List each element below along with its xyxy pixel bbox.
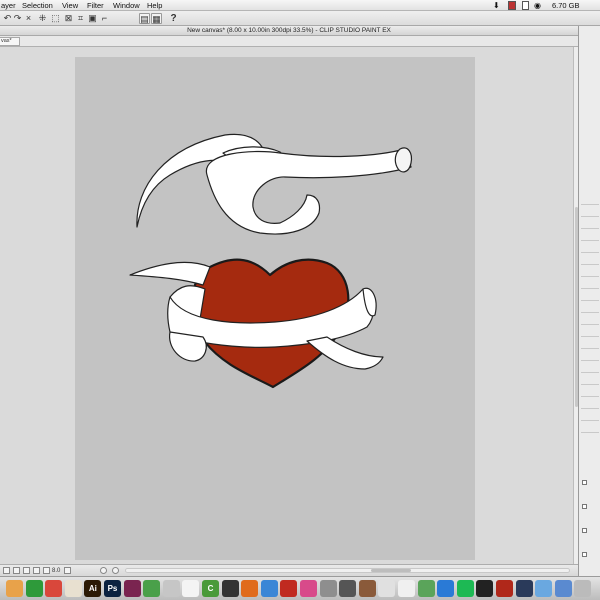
menu-selection[interactable]: Selection [22,1,53,10]
zoom-readout: 8.0 [52,568,61,574]
select-all-icon[interactable]: ⬚ [50,13,61,24]
downloads-icon[interactable] [554,580,572,597]
panel-row[interactable] [581,208,599,217]
menu-window[interactable]: Window [113,1,140,10]
deselect-icon[interactable]: ⊠ [63,13,74,24]
menu-help[interactable]: Help [147,1,162,10]
navigator-icon[interactable] [3,567,10,574]
mail-icon[interactable] [221,580,239,597]
dropbox-icon[interactable]: ⬇ [493,1,501,10]
status-app-icon[interactable] [508,1,516,10]
pdf-icon[interactable] [496,580,513,597]
panel-row[interactable] [581,304,599,313]
transform-icon[interactable]: ⁜ [37,13,48,24]
maps-icon[interactable] [417,580,435,597]
panel-row[interactable] [581,412,599,421]
panel-row[interactable] [581,196,599,205]
ruler-toggle-icon[interactable] [33,567,40,574]
panel-row[interactable] [581,220,599,229]
help-icon[interactable]: ? [168,13,179,24]
window-title: New canvas* (8.00 x 10.00in 300dpi 33.5%… [0,26,578,36]
canvas[interactable] [75,57,475,560]
panel-row[interactable] [581,292,599,301]
menu-bar: ayer Selection View Filter Window Help ⬇… [0,0,600,11]
panel-row[interactable] [581,424,599,433]
preview-icon[interactable] [162,580,180,597]
safari-icon[interactable] [260,580,278,597]
spotify-icon[interactable] [456,580,474,597]
numbers-icon[interactable] [143,580,161,597]
document-tab[interactable]: vas* [0,37,20,46]
rotate-left-icon[interactable] [100,567,107,574]
clip-studio-icon[interactable]: C [202,580,219,597]
utilities-icon[interactable] [339,580,357,597]
textedit-icon[interactable] [398,580,415,597]
clear-icon[interactable]: × [23,13,34,24]
fit-icon[interactable] [13,567,20,574]
snap-icon[interactable]: ▤ [139,13,150,24]
artwork [129,133,413,389]
photos-icon[interactable] [64,580,82,597]
finder-icon[interactable] [6,580,23,597]
panel-row[interactable] [581,256,599,265]
dictionary-icon[interactable] [358,580,376,597]
app-store-icon[interactable] [437,580,455,597]
top-ribbon [136,133,413,235]
acrobat-icon[interactable] [280,580,298,597]
panel-row[interactable] [581,340,599,349]
illustrator-icon[interactable]: Ai [84,580,102,597]
fill-icon[interactable]: ▣ [87,13,98,24]
layer-visibility-checkbox[interactable] [582,504,587,509]
status-box-icon[interactable] [522,1,529,10]
command-bar: ↶ ↷ × ⁜ ⬚ ⊠ ⌗ ▣ ⌐ ▤ ▦ ? [0,11,600,26]
storage-readout: 6.70 GB [552,1,580,10]
system-preferences-icon[interactable] [319,580,337,597]
panel-row[interactable] [581,244,599,253]
redo-icon[interactable]: ↷ [12,13,23,24]
horizontal-scroll-thumb[interactable] [371,569,411,572]
panel-row[interactable] [581,400,599,409]
layer-visibility-checkbox[interactable] [582,528,587,533]
panel-row[interactable] [581,316,599,325]
calendar-icon[interactable] [182,580,200,597]
horizontal-scrollbar[interactable] [125,568,570,573]
terminal-icon[interactable] [476,580,494,597]
panel-row[interactable] [581,268,599,277]
panel-row[interactable] [581,376,599,385]
menu-layer[interactable]: ayer [1,1,16,10]
workspace [0,47,573,564]
panel-row[interactable] [581,232,599,241]
ruler-icon[interactable]: ⌐ [99,13,110,24]
indesign-icon[interactable] [123,580,141,597]
itunes-icon[interactable] [300,580,317,597]
grid-icon[interactable]: ▦ [151,13,162,24]
storage-icon[interactable]: ◉ [534,1,543,10]
status-bar: 8.0 [0,564,578,576]
dock: Ai Ps C [0,576,600,600]
document-tab-strip: vas* [0,36,578,47]
rotate-right-icon[interactable] [112,567,119,574]
menu-filter[interactable]: Filter [87,1,104,10]
layer-visibility-checkbox[interactable] [582,480,587,485]
crop-icon[interactable]: ⌗ [75,13,86,24]
layer-panel [578,26,600,576]
panel-row[interactable] [581,328,599,337]
panel-row[interactable] [581,388,599,397]
firefox-icon[interactable] [241,580,259,597]
steam-icon[interactable] [515,580,533,597]
facetime-icon[interactable] [25,580,43,597]
grid-toggle-icon[interactable] [23,567,30,574]
folder-icon[interactable] [535,580,553,597]
font-book-icon[interactable] [378,580,396,597]
panel-row[interactable] [581,352,599,361]
menu-view[interactable]: View [62,1,78,10]
photoshop-icon[interactable]: Ps [104,580,121,597]
zoom-box-icon[interactable] [43,567,50,574]
chrome-icon[interactable] [45,580,63,597]
layer-visibility-checkbox[interactable] [582,552,587,557]
trash-icon[interactable] [574,580,592,597]
zoom-menu-icon[interactable] [64,567,71,574]
panel-row[interactable] [581,364,599,373]
panel-row[interactable] [581,280,599,289]
